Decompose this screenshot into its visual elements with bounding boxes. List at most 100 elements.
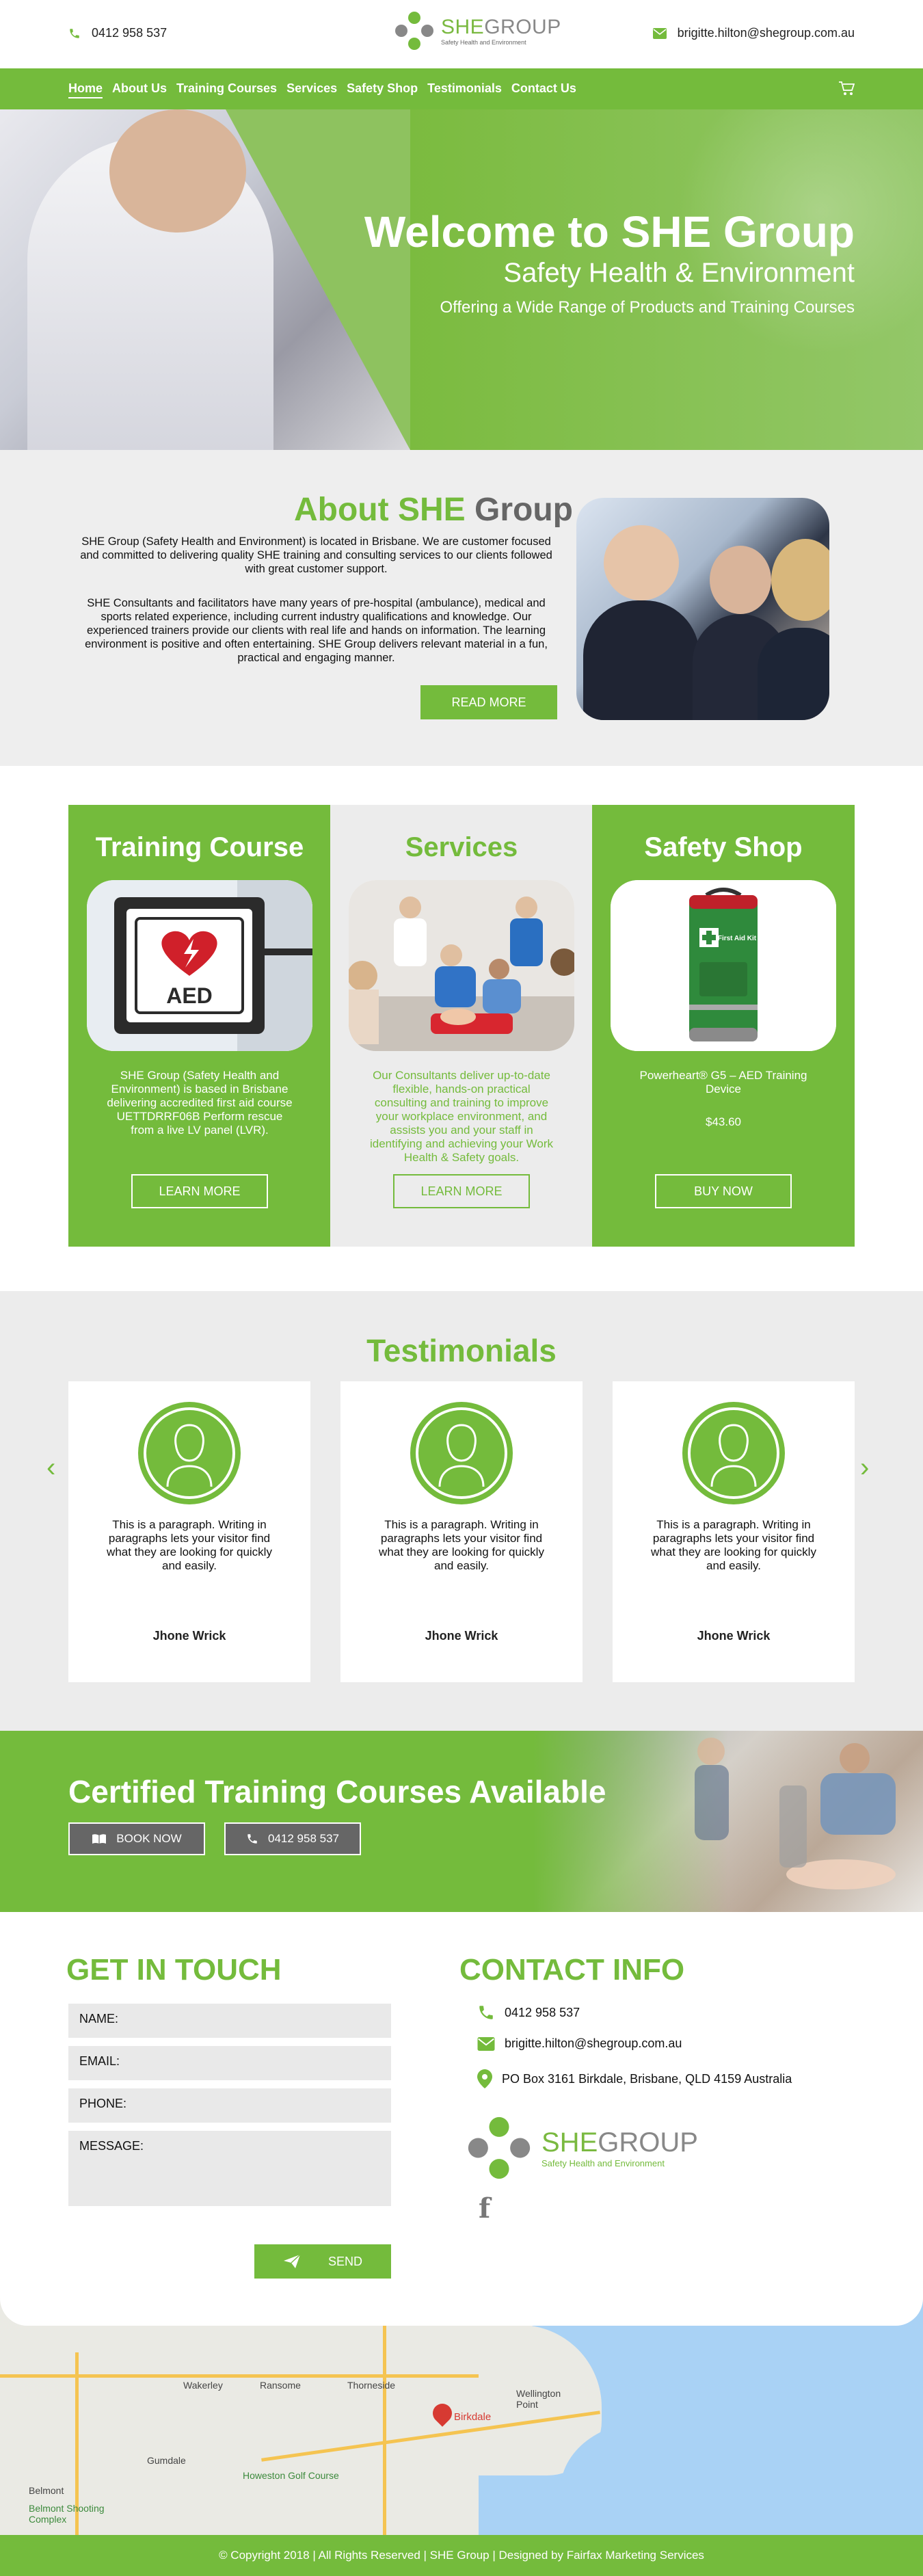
name-field[interactable]: NAME: [68,2004,391,2038]
map-pin-icon[interactable] [429,2400,456,2427]
phone-icon [70,28,79,38]
she-logo-icon [395,12,433,50]
services-learn-more-button[interactable]: LEARN MORE [393,1174,530,1208]
about-team-photo [576,498,829,720]
envelope-icon [477,2036,495,2051]
phone-field[interactable]: PHONE: [68,2088,391,2123]
header-phone-text: 0412 958 537 [92,26,168,40]
testimonial-quote: This is a paragraph. Writing in paragrap… [379,1518,544,1572]
footer-copyright: © Copyright 2018 | All Rights Reserved |… [219,2549,704,2562]
first-aid-kit-text: First Aid Kit [718,935,757,942]
about-section: About SHE Group SHE Group (Safety Health… [0,450,923,766]
cta-phone-label: 0412 958 537 [268,1832,339,1845]
testimonial-card: This is a paragraph. Writing in paragrap… [613,1381,855,1682]
nav-item-services[interactable]: Services [286,81,337,98]
envelope-icon [652,27,667,39]
contact-section: GET IN TOUCH NAME: EMAIL: PHONE: MESSAGE… [0,1912,923,2326]
aed-sign-image: AED [87,880,312,1051]
site-logo[interactable]: SHEGROUP Safety Health and Environment [393,10,561,52]
testimonial-quote: This is a paragraph. Writing in paragrap… [651,1518,816,1572]
email-field[interactable]: EMAIL: [68,2046,391,2080]
message-field[interactable]: MESSAGE: [68,2131,391,2206]
hero-text: Welcome to SHE Group Safety Health & Env… [364,209,855,317]
header-phone[interactable]: 0412 958 537 [68,26,167,40]
aed-sign-text: AED [166,983,213,1008]
hero-banner: Welcome to SHE Group Safety Health & Env… [0,109,923,450]
nav-item-contact-us[interactable]: Contact Us [511,81,576,98]
safety-shop-title: Safety Shop [644,832,803,862]
first-aid-kit-image: First Aid Kit [611,880,836,1051]
testimonial-quote: This is a paragraph. Writing in paragrap… [107,1518,272,1572]
header-email-text: brigitte.hilton@shegroup.com.au [677,26,855,40]
phone-icon [479,2006,493,2019]
training-learn-more-button[interactable]: LEARN MORE [131,1174,268,1208]
nav-item-training-courses[interactable]: Training Courses [176,81,277,98]
paper-plane-icon [283,2254,301,2268]
map-label: Wakerley [183,2380,223,2391]
contact-email-text: brigitte.hilton@shegroup.com.au [505,2036,682,2050]
about-title: About SHE Group [294,492,573,528]
avatar-icon [410,1402,513,1504]
testimonials-section: Testimonials ‹ › This is a paragraph. Wr… [0,1291,923,1731]
hero-subtitle: Safety Health & Environment [503,258,855,289]
services-title: Services [405,832,518,862]
contact-address: PO Box 3161 Birkdale, Brisbane, QLD 4159… [477,2069,792,2088]
send-button[interactable]: SEND [254,2244,391,2279]
safety-shop-product-name: Powerheart® G5 – AED Training Device [639,1069,807,1096]
services-overview: Training Course AED SHE Group (Safety He… [0,766,923,1291]
book-icon [92,1834,107,1844]
training-course-description: SHE Group (Safety Health and Environment… [107,1069,293,1137]
cta-title: Certified Training Courses Available [68,1774,606,1809]
carousel-prev-arrow-icon[interactable]: ‹ [46,1452,55,1483]
avatar-icon [682,1402,785,1504]
header-email[interactable]: brigitte.hilton@shegroup.com.au [652,26,855,40]
top-bar: 0412 958 537 SHEGROUP Safety Health and … [0,0,923,68]
get-in-touch-title: GET IN TOUCH [66,1953,282,1987]
map-label: Gumdale [147,2455,186,2466]
contact-email[interactable]: brigitte.hilton@shegroup.com.au [477,2036,682,2051]
map-pin-label: Birkdale [454,2411,492,2423]
map-label: Howeston Golf Course [243,2470,339,2481]
call-button[interactable]: 0412 958 537 [224,1822,361,1855]
location-map[interactable]: Wakerley Ransome Thorneside Wellington P… [0,2298,923,2551]
map-road [0,2374,479,2378]
training-cta-banner: Certified Training Courses Available BOO… [0,1731,923,1912]
facebook-icon[interactable]: f [479,2192,490,2225]
map-water-bay [561,2421,738,2551]
nav-item-safety-shop[interactable]: Safety Shop [347,81,418,98]
nav-item-home[interactable]: Home [68,81,103,98]
map-label: Thorneside [347,2380,396,2391]
book-now-button[interactable]: BOOK NOW [68,1822,205,1855]
nav-item-testimonials[interactable]: Testimonials [427,81,502,98]
contact-info-title: CONTACT INFO [459,1953,685,1987]
contact-phone[interactable]: 0412 958 537 [477,2004,580,2021]
read-more-button[interactable]: READ MORE [420,685,557,719]
contact-logo: SHEGROUP Safety Health and Environment [465,2114,698,2182]
training-course-title: Training Course [95,832,304,862]
logo-wordmark: SHEGROUP [441,16,561,38]
services-card: Services Our Consultants deliver up-to-d… [330,805,593,1247]
contact-logo-wordmark: SHEGROUP [541,2127,698,2157]
footer: © Copyright 2018 | All Rights Reserved |… [0,2535,923,2576]
safety-shop-price: $43.60 [706,1115,741,1128]
buy-now-button[interactable]: BUY NOW [655,1174,792,1208]
testimonial-card: This is a paragraph. Writing in paragrap… [68,1381,310,1682]
cpr-training-image [349,880,574,1051]
hero-photo [0,109,410,450]
testimonial-card: This is a paragraph. Writing in paragrap… [340,1381,583,1682]
avatar-icon [138,1402,241,1504]
hero-person [27,109,273,450]
location-pin-icon [477,2069,492,2088]
hero-title: Welcome to SHE Group [364,207,855,256]
map-label: Wellington Point [516,2388,561,2410]
about-paragraph-2: SHE Consultants and facilitators have ma… [85,597,548,664]
map-label: Belmont Shooting Complex [29,2503,105,2525]
she-logo-icon [468,2116,531,2179]
cart-icon[interactable] [838,81,855,96]
cta-background-photo [533,1731,923,1912]
phone-icon [248,1834,257,1844]
carousel-next-arrow-icon[interactable]: › [860,1452,869,1483]
nav-item-about-us[interactable]: About Us [112,81,167,98]
training-course-card: Training Course AED SHE Group (Safety He… [68,805,331,1247]
main-nav: Home About Us Training Courses Services … [0,68,923,109]
